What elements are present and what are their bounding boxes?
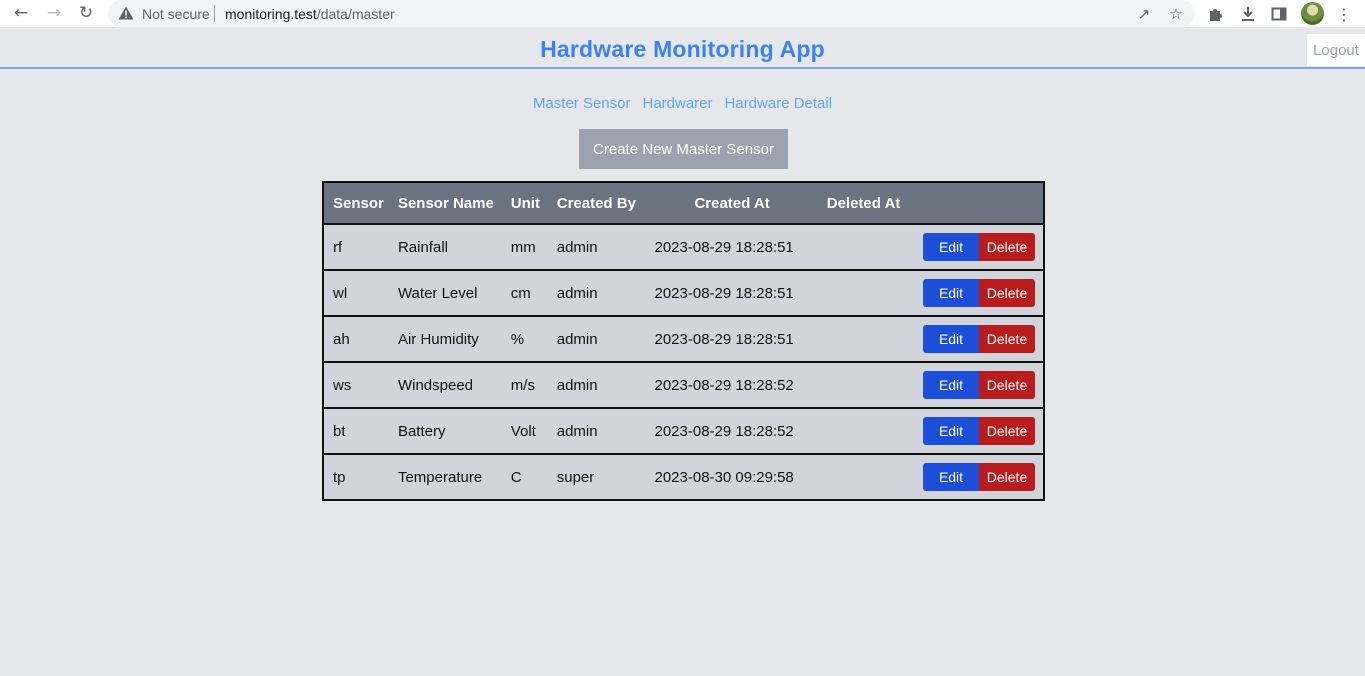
header-sensor-name: Sensor Name xyxy=(388,182,502,225)
browser-toolbar: ← → ↻ Not secure monitoring.test/data/ma… xyxy=(0,0,1365,27)
extensions-puzzle-icon[interactable] xyxy=(1205,3,1227,25)
main-nav: Master Sensor Hardwarer Hardware Detail xyxy=(0,95,1365,112)
cell-actions: Edit Delete xyxy=(908,270,1044,317)
cell-sensor: wl xyxy=(323,270,389,317)
back-icon[interactable]: ← xyxy=(9,2,33,24)
create-new-master-sensor-button[interactable]: Create New Master Sensor xyxy=(579,129,788,169)
cell-created-at: 2023-08-30 09:29:58 xyxy=(645,454,819,500)
cell-deleted-at xyxy=(818,454,909,500)
table-row: ws Windspeed m/s admin 2023-08-29 18:28:52 Ed… xyxy=(323,362,1044,409)
table-row: bt Battery Volt admin 2023-08-29 18:28:52 Edi… xyxy=(323,408,1044,455)
header-sensor: Sensor xyxy=(323,182,389,225)
cell-deleted-at xyxy=(818,362,909,409)
cell-actions: Edit Delete xyxy=(908,316,1044,363)
cell-sensor-name: Water Level xyxy=(388,270,502,317)
cell-created-by: super xyxy=(547,454,646,500)
nav-link-hardwarer[interactable]: Hardwarer xyxy=(642,95,712,112)
url-host: monitoring.test xyxy=(225,6,317,22)
table-row: ah Air Humidity% admin 2023-08-29 18:28:51 E… xyxy=(323,316,1044,363)
cell-actions: Edit Delete xyxy=(908,362,1044,409)
cell-sensor: tp xyxy=(323,454,389,500)
edit-button[interactable]: Edit xyxy=(923,417,979,445)
cell-created-at: 2023-08-29 18:28:52 xyxy=(645,408,819,455)
cell-sensor-name: Rainfall xyxy=(388,224,502,271)
share-icon[interactable]: ↗ xyxy=(1134,4,1154,24)
table-row: tp Temperature Csuper 2023-08-30 09:29:58 Ed… xyxy=(323,454,1044,500)
cell-created-by: admin xyxy=(547,270,646,317)
delete-button[interactable]: Delete xyxy=(979,371,1035,399)
cell-created-by: admin xyxy=(547,316,646,363)
cell-created-at: 2023-08-29 18:28:51 xyxy=(645,224,819,271)
cell-unit: Volt xyxy=(501,408,548,455)
delete-button[interactable]: Delete xyxy=(979,233,1035,261)
header-actions xyxy=(908,182,1044,225)
url-divider xyxy=(214,5,215,22)
download-icon[interactable] xyxy=(1237,3,1259,25)
cell-deleted-at xyxy=(818,224,909,271)
header-created-by: Created By xyxy=(547,182,646,225)
delete-button[interactable]: Delete xyxy=(979,417,1035,445)
table-row: wl Water Level cm admin 2023-08-29 18:28:51 E… xyxy=(323,270,1044,317)
edit-button[interactable]: Edit xyxy=(923,371,979,399)
cell-sensor-name: Battery xyxy=(388,408,502,455)
delete-button[interactable]: Delete xyxy=(979,279,1035,307)
nav-link-master-sensor[interactable]: Master Sensor xyxy=(533,95,631,112)
cell-sensor-name: Windspeed xyxy=(388,362,502,409)
cell-created-by: admin xyxy=(547,408,646,455)
cell-actions: Edit Delete xyxy=(908,454,1044,500)
cell-unit: m/s xyxy=(501,362,548,409)
logout-button[interactable]: Logout xyxy=(1307,34,1365,66)
cell-sensor: ah xyxy=(323,316,389,363)
profile-avatar[interactable] xyxy=(1301,2,1324,25)
menu-kebab-icon[interactable]: ⋮ xyxy=(1333,3,1355,25)
cell-unit: % xyxy=(501,316,548,363)
cell-created-by: admin xyxy=(547,362,646,409)
cell-sensor-name: Temperature xyxy=(388,454,502,500)
forward-icon[interactable]: → xyxy=(42,2,66,24)
header-deleted-at: Deleted At xyxy=(818,182,909,225)
header-created-at: Created At xyxy=(645,182,819,225)
bookmark-star-icon[interactable]: ☆ xyxy=(1166,4,1186,24)
cell-sensor: bt xyxy=(323,408,389,455)
cell-created-at: 2023-08-29 18:28:52 xyxy=(645,362,819,409)
cell-created-at: 2023-08-29 18:28:51 xyxy=(645,270,819,317)
app-header: Hardware Monitoring App Logout xyxy=(0,34,1365,69)
cell-sensor: rf xyxy=(323,224,389,271)
table-row: rf Rainfall mm admin 2023-08-29 18:28:51 Edit… xyxy=(323,224,1044,271)
cell-sensor: ws xyxy=(323,362,389,409)
address-bar[interactable]: Not secure monitoring.test/data/master ↗… xyxy=(108,0,1195,27)
edit-button[interactable]: Edit xyxy=(923,233,979,261)
cell-actions: Edit Delete xyxy=(908,224,1044,271)
url-text[interactable]: monitoring.test/data/master xyxy=(225,6,395,22)
delete-button[interactable]: Delete xyxy=(979,325,1035,353)
edit-button[interactable]: Edit xyxy=(923,463,979,491)
sensor-table: Sensor Sensor Name Unit Created By Creat… xyxy=(322,181,1045,501)
cell-unit: cm xyxy=(501,270,548,317)
warning-icon xyxy=(118,6,134,20)
side-panel-icon[interactable] xyxy=(1268,3,1290,25)
cell-unit: mm xyxy=(501,224,548,271)
cell-actions: Edit Delete xyxy=(908,408,1044,455)
cell-deleted-at xyxy=(818,408,909,455)
nav-link-hardware-detail[interactable]: Hardware Detail xyxy=(725,95,833,112)
header-unit: Unit xyxy=(501,182,548,225)
url-path: /data/master xyxy=(316,6,395,22)
cell-unit: C xyxy=(501,454,548,500)
cell-sensor-name: Air Humidity xyxy=(388,316,502,363)
not-secure-label[interactable]: Not secure xyxy=(142,6,210,22)
cell-deleted-at xyxy=(818,316,909,363)
app-title: Hardware Monitoring App xyxy=(540,36,825,62)
cell-created-by: admin xyxy=(547,224,646,271)
reload-icon[interactable]: ↻ xyxy=(74,2,98,24)
edit-button[interactable]: Edit xyxy=(923,325,979,353)
cell-created-at: 2023-08-29 18:28:51 xyxy=(645,316,819,363)
cell-deleted-at xyxy=(818,270,909,317)
table-header-row: Sensor Sensor Name Unit Created By Creat… xyxy=(323,182,1044,225)
delete-button[interactable]: Delete xyxy=(979,463,1035,491)
edit-button[interactable]: Edit xyxy=(923,279,979,307)
